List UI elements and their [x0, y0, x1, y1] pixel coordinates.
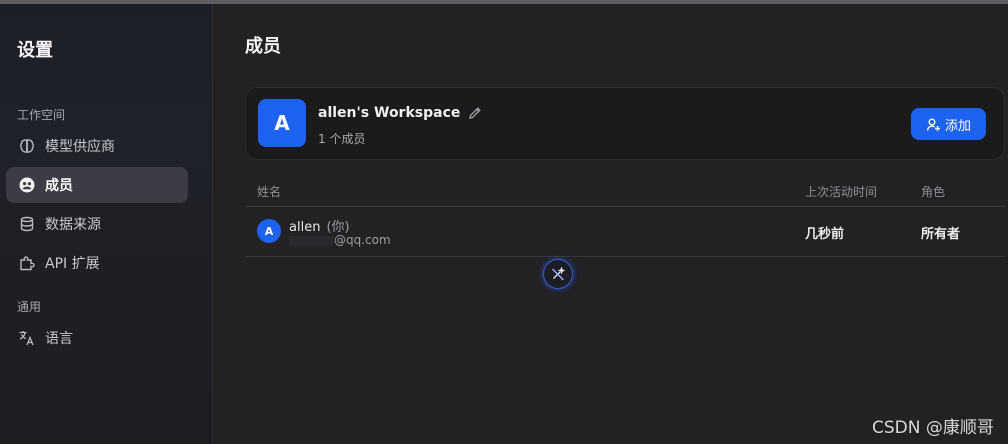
add-button-label: 添加	[944, 118, 971, 134]
member-email: @qq.com	[289, 233, 391, 247]
sidebar-item-api-extension[interactable]: API 扩展	[6, 245, 188, 281]
brain-icon	[18, 137, 36, 155]
sidebar-item-label: 成员	[45, 178, 73, 194]
sidebar: 设置 工作空间 模型供应商 成员 数据来源 API 扩展 通用 语言	[0, 4, 213, 444]
member-last-active: 几秒前	[805, 227, 845, 242]
column-header-role: 角色	[921, 185, 946, 199]
database-icon	[18, 215, 36, 233]
member-avatar: A	[257, 219, 281, 243]
puzzle-icon	[18, 254, 36, 272]
sidebar-title: 设置	[17, 40, 53, 61]
member-role[interactable]: 所有者	[921, 223, 960, 242]
members-icon	[18, 176, 36, 194]
group-label-workspace: 工作空间	[17, 108, 66, 122]
sidebar-item-language[interactable]: 语言	[6, 320, 188, 356]
workspace-name: allen's Workspace	[318, 105, 461, 121]
sidebar-item-label: 语言	[45, 331, 73, 347]
magic-wand-icon	[552, 267, 565, 281]
workspace-name-row: allen's Workspace	[318, 105, 482, 121]
magic-wand-floating-button[interactable]	[543, 259, 573, 289]
add-user-icon	[926, 118, 940, 131]
sidebar-item-label: 模型供应商	[45, 139, 115, 155]
sidebar-item-data-source[interactable]: 数据来源	[6, 206, 188, 242]
add-member-button[interactable]: 添加	[911, 108, 986, 140]
sidebar-item-label: API 扩展	[45, 256, 100, 272]
watermark: CSDN @康顺哥	[872, 418, 994, 438]
member-email-domain: @qq.com	[334, 233, 391, 247]
sidebar-item-members[interactable]: 成员	[6, 167, 188, 203]
workspace-avatar: A	[258, 99, 306, 147]
workspace-card: A allen's Workspace 1 个成员 添加	[245, 87, 1005, 160]
table-header-divider	[245, 206, 1005, 207]
column-header-name: 姓名	[257, 185, 282, 199]
table-row-divider	[245, 256, 1005, 257]
translate-icon	[18, 329, 36, 347]
sidebar-item-model-provider[interactable]: 模型供应商	[6, 128, 188, 164]
page-title: 成员	[245, 36, 281, 57]
member-count: 1 个成员	[318, 132, 366, 146]
group-label-general: 通用	[17, 300, 42, 314]
column-header-last-active: 上次活动时间	[805, 185, 878, 199]
email-redaction	[289, 235, 333, 246]
edit-pencil-icon[interactable]	[468, 106, 482, 120]
sidebar-item-label: 数据来源	[45, 217, 101, 233]
